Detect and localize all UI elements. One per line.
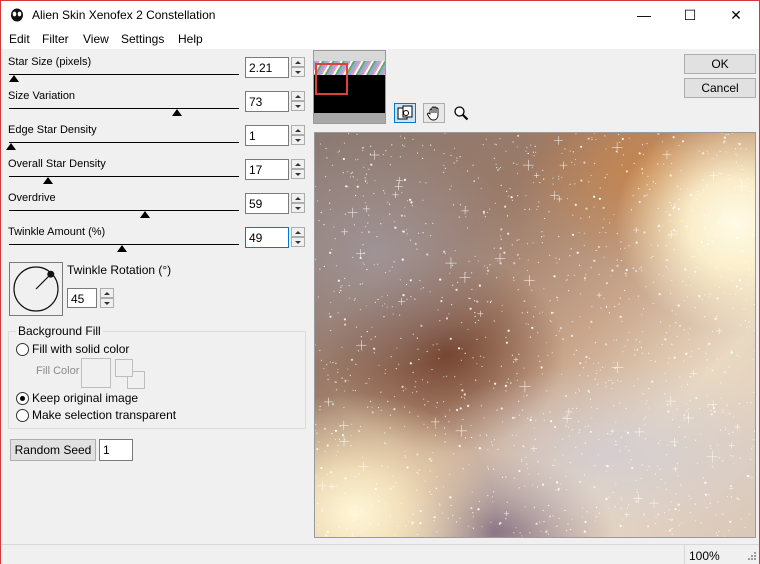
overdrive-input[interactable]: 59 <box>245 193 289 214</box>
preview-stars <box>315 133 755 537</box>
navigator-thumbnail[interactable] <box>313 50 386 124</box>
menu-edit[interactable]: Edit <box>9 32 30 46</box>
cancel-button[interactable]: Cancel <box>684 78 756 98</box>
overdrive-thumb[interactable] <box>139 211 150 218</box>
twinkle-amount-input[interactable]: 49 <box>245 227 289 248</box>
menu-filter[interactable]: Filter <box>42 32 69 46</box>
make-transparent-label[interactable]: Make selection transparent <box>32 408 176 422</box>
hand-tool-button[interactable] <box>423 103 445 123</box>
ok-button[interactable]: OK <box>684 54 756 74</box>
twinkle-amount-label: Twinkle Amount (%) <box>8 226 106 238</box>
size-variation-spinner[interactable] <box>291 91 305 112</box>
overdrive-spinner[interactable] <box>291 193 305 214</box>
edge-star-density-track[interactable] <box>9 142 239 143</box>
size-variation-thumb[interactable] <box>171 109 182 116</box>
twinkle-rotation-label: Twinkle Rotation (°) <box>67 263 172 277</box>
rotation-dial-frame[interactable] <box>9 262 63 316</box>
fill-solid-label[interactable]: Fill with solid color <box>32 342 129 356</box>
overall-star-density-spinner[interactable] <box>291 159 305 180</box>
rotation-dial-icon[interactable] <box>10 263 62 315</box>
twinkle-amount-spinner[interactable] <box>291 227 305 248</box>
star-size-input[interactable]: 2.21 <box>245 57 289 78</box>
compare-tool-button[interactable] <box>394 103 416 123</box>
menu-view[interactable]: View <box>83 32 109 46</box>
resize-grip-icon[interactable] <box>745 551 757 563</box>
fill-solid-radio[interactable] <box>16 343 29 356</box>
twinkle-rotation-spinner[interactable] <box>100 288 114 308</box>
navigator-view-rect[interactable] <box>315 63 348 95</box>
overall-star-density-thumb[interactable] <box>43 177 54 184</box>
random-seed-button[interactable]: Random Seed <box>10 439 96 461</box>
edge-star-density-input[interactable]: 1 <box>245 125 289 146</box>
close-button[interactable]: ✕ <box>713 1 759 29</box>
menu-bar: Edit Filter View Settings Help <box>1 29 759 49</box>
maximize-button[interactable]: ☐ <box>667 1 713 29</box>
close-icon: ✕ <box>730 6 742 23</box>
edge-star-density-spinner[interactable] <box>291 125 305 146</box>
twinkle-amount-thumb[interactable] <box>116 245 127 252</box>
keep-original-label[interactable]: Keep original image <box>32 391 138 405</box>
star-size-thumb[interactable] <box>8 75 19 82</box>
hand-icon <box>427 106 439 121</box>
window-title: Alien Skin Xenofex 2 Constellation <box>32 8 216 22</box>
compare-icon <box>397 105 413 120</box>
dialog-window: Alien Skin Xenofex 2 Constellation — ☐ ✕… <box>0 0 760 564</box>
overdrive-label: Overdrive <box>8 192 56 204</box>
random-seed-input[interactable]: 1 <box>99 439 133 461</box>
maximize-icon: ☐ <box>683 6 697 23</box>
overdrive-track[interactable] <box>9 210 239 211</box>
minimize-button[interactable]: — <box>621 1 667 29</box>
fill-color-label: Fill Color <box>36 365 80 377</box>
fill-color-swatch[interactable] <box>81 358 111 388</box>
overall-star-density-input[interactable]: 17 <box>245 159 289 180</box>
app-icon <box>11 8 23 22</box>
foreground-color-swatch[interactable] <box>115 359 133 377</box>
edge-star-density-thumb[interactable] <box>6 143 17 150</box>
menu-settings[interactable]: Settings <box>121 32 164 46</box>
star-size-track[interactable] <box>9 74 239 75</box>
star-size-label: Star Size (pixels) <box>8 56 92 68</box>
overall-star-density-label: Overall Star Density <box>8 158 106 170</box>
zoom-tool-button[interactable] <box>450 103 472 123</box>
background-fill-title: Background Fill <box>16 324 103 338</box>
make-transparent-radio[interactable] <box>16 409 29 422</box>
twinkle-rotation-input[interactable]: 45 <box>67 288 97 308</box>
star-size-spinner[interactable] <box>291 57 305 78</box>
size-variation-label: Size Variation <box>8 90 76 102</box>
zoom-level: 100% <box>689 549 720 563</box>
size-variation-track[interactable] <box>9 108 239 109</box>
preview-canvas[interactable] <box>314 132 756 538</box>
keep-original-radio[interactable] <box>16 392 29 405</box>
status-bar: 100% <box>1 544 759 564</box>
title-bar: Alien Skin Xenofex 2 Constellation — ☐ ✕ <box>1 1 759 29</box>
size-variation-input[interactable]: 73 <box>245 91 289 112</box>
minimize-icon: — <box>637 7 651 23</box>
menu-help[interactable]: Help <box>178 32 203 46</box>
zoom-icon <box>454 106 469 121</box>
edge-star-density-label: Edge Star Density <box>8 124 97 136</box>
